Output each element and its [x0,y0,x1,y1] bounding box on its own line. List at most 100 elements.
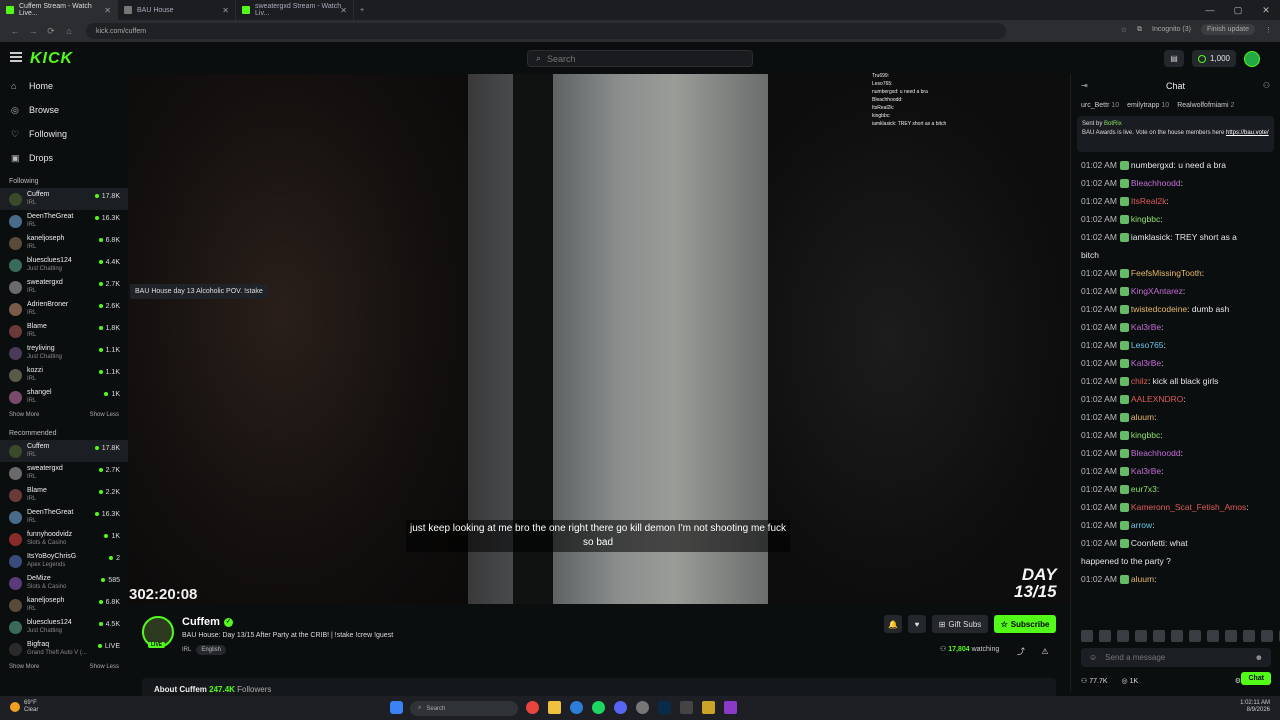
sidebar-channel[interactable]: sweatergxd IRL 2.7K [0,276,128,298]
sidebar-channel[interactable]: funnyhoodvidz Slots & Casino 1K [0,528,128,550]
emote-icon[interactable] [1225,630,1237,642]
gift-subs-button[interactable]: ⊞ Gift Subs [932,615,988,633]
finish-update-button[interactable]: Finish update [1200,24,1255,35]
close-window-icon[interactable]: ✕ [1252,0,1280,20]
message-username[interactable]: chilz [1131,376,1148,386]
pinned-link[interactable]: https://bau.vote/ [1226,130,1269,136]
message-username[interactable]: Leso765 [1131,340,1164,350]
spotify-icon[interactable] [592,701,605,714]
emote-icon[interactable] [1117,630,1129,642]
sidebar-channel[interactable]: shangel IRL 1K [0,386,128,408]
sidebar-channel[interactable]: bluesclues124 Just Chatting 4.5K [0,616,128,638]
close-tab-icon[interactable]: ✕ [340,6,347,15]
show-more-button[interactable]: Show More [9,412,39,418]
user-avatar[interactable] [1244,50,1260,67]
maximize-icon[interactable]: ▢ [1224,0,1252,20]
message-username[interactable]: aluum [1131,574,1154,584]
message-username[interactable]: aluum [1131,412,1154,422]
nav-following[interactable]: ♡ Following [0,122,128,146]
message-username[interactable]: arrow [1131,520,1152,530]
message-username[interactable]: KingXAntarez [1131,286,1183,296]
language-tag[interactable]: English [196,645,227,655]
message-username[interactable]: Kal3rBe [1131,358,1161,368]
chat-users-icon[interactable]: ⚇ [1263,81,1270,90]
weather-widget[interactable]: 69°F Clear [10,700,38,714]
app-icon[interactable] [724,701,737,714]
top-gifter[interactable]: emilytrapp 10 [1127,102,1169,109]
chrome-icon[interactable] [526,701,539,714]
chat-settings-icon[interactable]: ⚙ [1235,677,1241,685]
close-tab-icon[interactable]: ✕ [222,6,229,15]
sidebar-channel[interactable]: Cuffem IRL 17.8K [0,440,128,462]
emote-icon[interactable] [1099,630,1111,642]
sidebar-channel[interactable]: Blame IRL 2.2K [0,484,128,506]
minimize-icon[interactable]: — [1196,0,1224,20]
photoshop-icon[interactable] [658,701,671,714]
message-username[interactable]: kingbbc [1131,214,1160,224]
sidebar-channel[interactable]: kaneljoseph IRL 6.8K [0,594,128,616]
chat-send-button[interactable]: Chat [1241,672,1271,685]
chat-emoji-icon[interactable]: ☺ [1089,653,1097,662]
notification-bell-icon[interactable]: 🔔 [884,615,902,633]
message-username[interactable]: Kal3rBe [1131,466,1161,476]
address-bar[interactable]: kick.com/cuffem [86,23,1006,39]
message-username[interactable]: kingbbc [1131,430,1160,440]
follow-heart-icon[interactable]: ♥ [908,615,926,633]
close-tab-icon[interactable]: ✕ [104,6,111,15]
kick-logo[interactable]: KICK [30,50,73,68]
emote-icon[interactable] [1243,630,1255,642]
message-username[interactable]: Bleachhoodd [1131,178,1181,188]
terminal-icon[interactable] [680,701,693,714]
emote-icon[interactable] [1189,630,1201,642]
message-username[interactable]: Bleachhoodd [1131,448,1181,458]
home-icon[interactable]: ⌂ [60,26,78,36]
message-username[interactable]: numbergxd [1131,160,1174,170]
discord-icon[interactable] [614,701,627,714]
message-username[interactable]: iamklasick [1131,232,1170,242]
share-icon[interactable]: ⤴ [1014,642,1028,660]
nav-browse[interactable]: ◎ Browse [0,98,128,122]
wallet-icon[interactable]: ▤ [1163,50,1184,67]
message-username[interactable]: AALEXNDRO [1131,394,1183,404]
top-gifter[interactable]: urc_Bettr 10 [1081,102,1119,109]
message-username[interactable]: Kameronn_Scat_Fetish_Amos [1131,502,1246,512]
file-explorer-icon[interactable] [548,701,561,714]
emote-icon[interactable] [1171,630,1183,642]
sidebar-channel[interactable]: bluesclues124 Just Chatting 4.4K [0,254,128,276]
more-menu-icon[interactable]: ⋮ [1265,26,1272,34]
sidebar-channel[interactable]: kaneljoseph IRL 6.8K [0,232,128,254]
message-username[interactable]: Coonfetti [1131,538,1165,548]
emote-icon[interactable] [1207,630,1219,642]
forward-icon[interactable]: → [24,26,42,36]
report-icon[interactable]: ⚠ [1038,642,1052,660]
edge-icon[interactable] [570,701,583,714]
search-bar[interactable]: ⌕ [527,50,753,67]
collapse-chat-icon[interactable]: ⇥ [1081,81,1088,90]
emote-icon[interactable] [1135,630,1147,642]
nav-drops[interactable]: ▣ Drops [0,146,128,170]
browser-tab-sweatergxd[interactable]: sweatergxd Stream - Watch Liv... ✕ [236,0,354,20]
app-icon[interactable] [702,701,715,714]
message-username[interactable]: twistedcodeine [1131,304,1187,314]
star-icon[interactable]: ☆ [1121,26,1127,34]
streamer-name[interactable]: Cuffem ✓ [182,616,233,628]
sidebar-channel[interactable]: Bigfraq Grand Theft Auto V (... LIVE [0,638,128,660]
back-icon[interactable]: ← [6,26,24,36]
windows-start-icon[interactable] [390,701,403,714]
emote-icon[interactable] [1261,630,1273,642]
message-username[interactable]: Kal3rBe [1131,322,1161,332]
sidebar-channel[interactable]: DeenTheGreat IRL 16.3K [0,210,128,232]
emote-picker-icon[interactable]: ☻ [1255,653,1263,662]
sidebar-channel[interactable]: ItsYoBoyChrisG Apex Legends 2 [0,550,128,572]
browser-tab-bau-house[interactable]: BAU House ✕ [118,0,236,20]
subscribe-button[interactable]: ☆ Subscribe [994,615,1056,633]
sidebar-channel[interactable]: DeMize Slots & Casino 585 [0,572,128,594]
sidebar-channel[interactable]: treyliving Just Chatting 1.1K [0,342,128,364]
sidebar-channel[interactable]: kozzi IRL 1.1K [0,364,128,386]
kick-coins-button[interactable]: 1,000 [1191,50,1236,67]
sidebar-channel[interactable]: Blame IRL 1.8K [0,320,128,342]
category-tag[interactable]: IRL [182,647,191,653]
sidebar-channel[interactable]: Cuffem IRL 17.8K [0,188,128,210]
taskbar-search[interactable]: ⌕ Search [410,701,518,716]
message-username[interactable]: ItsReal2k [1131,196,1166,206]
